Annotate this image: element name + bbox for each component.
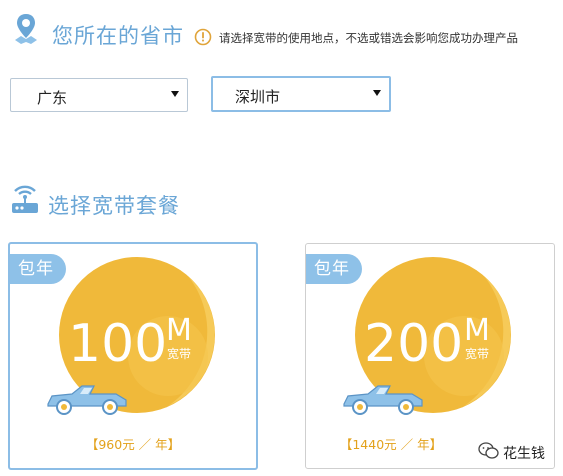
plan-speed: 100 (68, 314, 168, 374)
chevron-down-icon (373, 90, 381, 96)
warning-circle-icon (194, 28, 212, 46)
watermark-text: 花生钱 (503, 446, 545, 462)
package-card-100m[interactable]: 包年 100 M 宽带 【960元 ／ 年】 (8, 242, 258, 470)
province-select[interactable]: 广东 (10, 78, 188, 112)
city-select[interactable]: 深圳市 (211, 76, 391, 112)
plan-speed-sub: 宽带 (167, 347, 192, 361)
plan-tag: 包年 (306, 254, 362, 284)
wechat-icon (478, 441, 500, 461)
plan-tag: 包年 (10, 254, 66, 284)
location-pin-icon (12, 12, 40, 48)
chevron-down-icon (171, 91, 179, 97)
location-notice-text: 请选择宽带的使用地点，不选或错选会影响您成功办理产品 (219, 31, 518, 45)
plan-speed-unit: M (464, 313, 490, 348)
plan-price: 【960元 ／ 年】 (85, 437, 181, 452)
router-icon (10, 182, 40, 216)
province-select-value: 广东 (37, 89, 68, 107)
plan-speed-sub: 宽带 (465, 347, 490, 361)
location-section-title: 您所在的省市 (52, 24, 184, 48)
plan-speed-unit: M (166, 313, 192, 348)
package-card-200m[interactable]: 包年 200 M 宽带 【1440元 ／ 年】 (305, 243, 555, 469)
car-icon (340, 382, 426, 416)
package-section-title: 选择宽带套餐 (48, 194, 180, 218)
plan-price: 【1440元 ／ 年】 (339, 437, 443, 452)
plan-speed: 200 (364, 314, 464, 374)
car-icon (44, 382, 130, 416)
city-select-value: 深圳市 (235, 88, 281, 106)
